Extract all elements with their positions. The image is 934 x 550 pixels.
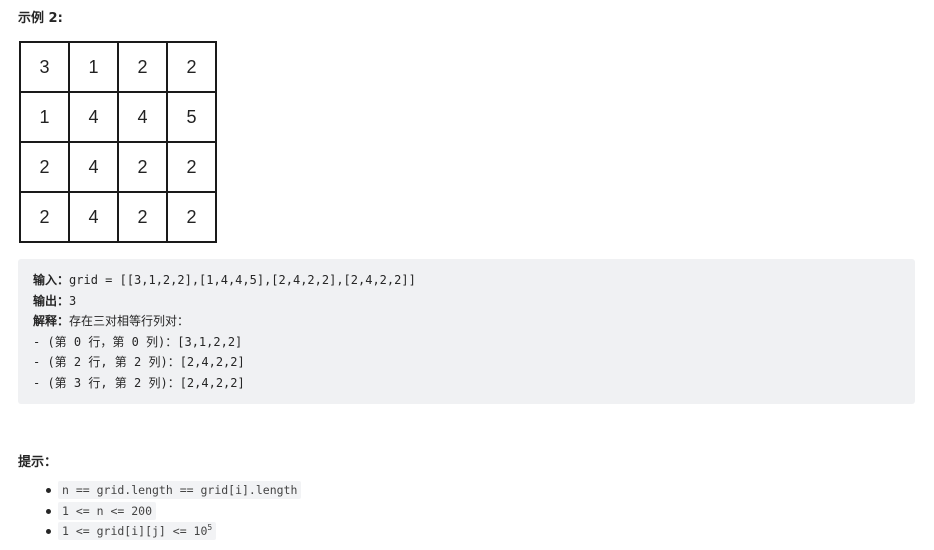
- grid-cell: 3: [19, 41, 70, 93]
- input-line: 输入：grid = [[3,1,2,2],[1,4,4,5],[2,4,2,2]…: [33, 270, 900, 291]
- hint-code-base: 1 <= grid[i][j] <= 10: [62, 524, 208, 538]
- grid-cell: 2: [19, 141, 70, 193]
- grid-cell: 2: [166, 191, 217, 243]
- grid-cell: 2: [117, 41, 168, 93]
- grid-cell: 2: [19, 191, 70, 243]
- grid-row: 3 1 2 2: [19, 41, 217, 93]
- hint-code: n == grid.length == grid[i].length: [58, 481, 302, 499]
- bullet-icon: [46, 508, 51, 514]
- example-code-block: 输入：grid = [[3,1,2,2],[1,4,4,5],[2,4,2,2]…: [18, 259, 915, 404]
- grid-row: 2 4 2 2: [19, 141, 217, 193]
- explanation-label: 解释：: [33, 314, 70, 328]
- grid-cell: 4: [68, 141, 119, 193]
- grid-cell: 2: [117, 191, 168, 243]
- grid-cell: 4: [68, 91, 119, 143]
- pair-line: - (第 0 行，第 0 列)：[3,1,2,2]: [33, 334, 243, 349]
- grid-cell: 2: [117, 141, 168, 193]
- output-line: 输出：3: [33, 291, 900, 312]
- bullet-icon: [46, 529, 51, 534]
- explanation-line: 解释：存在三对相等行列对：: [33, 311, 900, 332]
- explanation-value: 存在三对相等行列对：: [69, 314, 190, 328]
- pair-line: - (第 3 行, 第 2 列)：[2,4,2,2]: [33, 375, 245, 390]
- grid-cell: 2: [166, 41, 217, 93]
- grid-figure: 3 1 2 2 1 4 4 5 2 4 2 2 2 4 2 2: [19, 41, 217, 243]
- grid-cell: 4: [68, 191, 119, 243]
- hint-code: 1 <= n <= 200: [58, 501, 157, 520]
- grid-row: 1 4 4 5: [19, 91, 217, 143]
- grid-cell: 5: [166, 91, 217, 143]
- input-value: grid = [[3,1,2,2],[1,4,4,5],[2,4,2,2],[2…: [69, 273, 416, 287]
- hint-exponent: 5: [207, 523, 213, 532]
- grid-cell: 4: [117, 91, 168, 143]
- grid-cell: 1: [19, 91, 70, 143]
- grid-cell: 1: [68, 41, 119, 93]
- hints-heading: 提示：: [18, 455, 58, 470]
- example-heading: 示例 2:: [18, 11, 63, 26]
- hint-code: 1 <= grid[i][j] <= 105: [58, 522, 217, 540]
- output-label: 输出：: [33, 293, 70, 308]
- grid-cell: 2: [166, 141, 217, 193]
- grid-row: 2 4 2 2: [19, 191, 217, 243]
- input-label: 输入：: [33, 273, 70, 287]
- pair-line: - (第 2 行, 第 2 列)：[2,4,2,2]: [33, 355, 245, 369]
- output-value: 3: [69, 293, 77, 308]
- bullet-icon: [46, 488, 51, 493]
